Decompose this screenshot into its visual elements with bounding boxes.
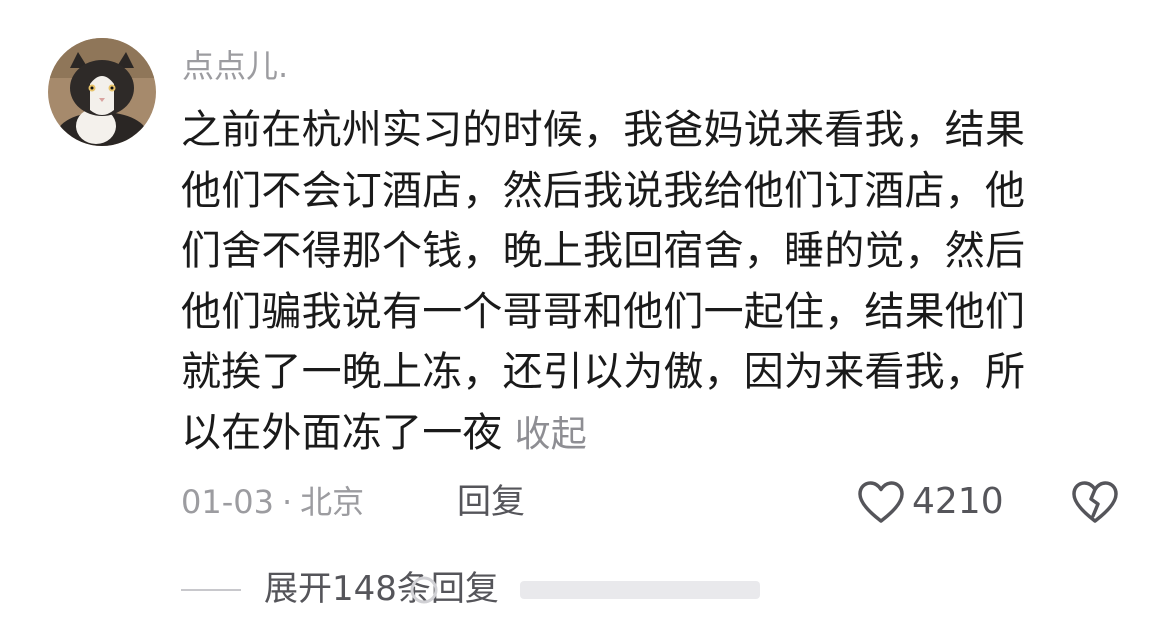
heart-outline-icon <box>858 481 904 523</box>
comment-date: 01-03 <box>181 483 274 521</box>
collapse-button[interactable]: 收起 <box>515 414 587 455</box>
comment-card: 点点儿. 之前在杭州实习的时候，我爸妈说来看我，结果 他们不会订酒店，然后我说我… <box>0 0 1176 617</box>
comment-text: 之前在杭州实习的时候，我爸妈说来看我，结果 他们不会订酒店，然后我说我给他们订酒… <box>181 100 1141 463</box>
comment-meta: 01-03 · 北京 <box>181 480 364 524</box>
meta-separator: · <box>281 483 293 521</box>
watermark-overlay <box>410 573 770 607</box>
username[interactable]: 点点儿. <box>182 44 288 88</box>
comment-line-last: 以在外面冻了一夜 收起 <box>181 403 1141 464</box>
comment-line: 以在外面冻了一夜 <box>181 409 503 456</box>
like-count: 4210 <box>912 481 1004 522</box>
broken-heart-icon <box>1072 481 1118 523</box>
reply-button[interactable]: 回复 <box>457 480 525 524</box>
like-button[interactable]: 4210 <box>856 476 1004 528</box>
dislike-button[interactable] <box>1070 476 1120 526</box>
avatar[interactable] <box>48 38 156 146</box>
cat-avatar-image <box>48 38 156 146</box>
expand-divider <box>181 589 241 591</box>
comment-line: 他们不会订酒店，然后我说我给他们订酒店，他 <box>181 167 1026 214</box>
comment-line: 就挨了一晚上冻，还引以为傲，因为来看我，所 <box>181 349 1026 395</box>
comment-line: 之前在杭州实习的时候，我爸妈说来看我，结果 <box>181 107 1026 153</box>
comment-location: 北京 <box>300 483 365 521</box>
comment-line: 他们骗我说有一个哥哥和他们一起住，结果他们 <box>181 288 1026 335</box>
comment-line: 们舍不得那个钱，晚上我回宿舍，睡的觉，然后 <box>181 228 1026 274</box>
